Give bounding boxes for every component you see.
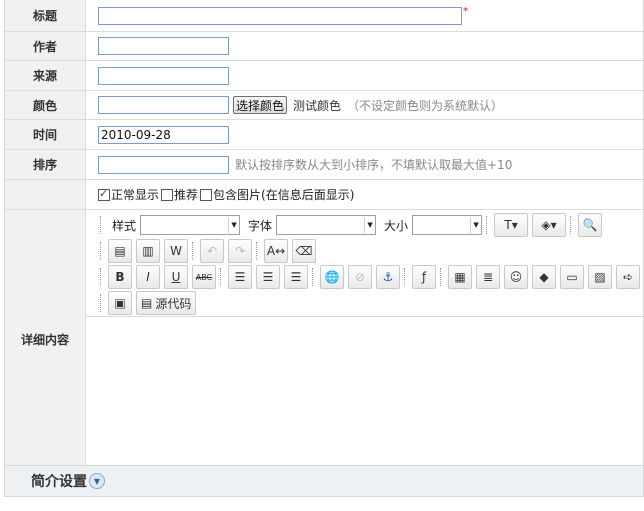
color-input[interactable] (98, 96, 229, 114)
toolbar-grip (100, 294, 104, 312)
unlink-icon[interactable]: ⊘ (348, 265, 372, 289)
size-label: 大小 (384, 218, 409, 233)
rich-editor: 样式 ▼ 字体 ▼ 大小 ▼ T▾ ◈▾ 🔍 ▤ ▥ W ↶ ↷ A↔ ⌫ B … (86, 210, 644, 469)
content-row: 详细内容 样式 ▼ 字体 ▼ 大小 ▼ T▾ ◈▾ 🔍 ▤ ▥ W ↶ ↷ A↔… (5, 210, 644, 470)
table-icon[interactable]: ▦ (448, 265, 472, 289)
toolbar-grip (404, 268, 408, 286)
insert-icon[interactable]: ➪ (616, 265, 640, 289)
sort-hint: 默认按排序数从大到小排序，不填默认取最大值+10 (235, 158, 513, 172)
toolbar-grip (440, 268, 444, 286)
chevron-down-icon: ▼ (228, 217, 239, 233)
source-code-label: 源代码 (155, 296, 192, 311)
editor-toolbar-3: B I U ABC ☰ ☰ ☰ 🌐 ⊘ ⚓ ƒ ▦ ≣ ☺ ◆ ▭ ▨ ➪ (86, 264, 644, 290)
article-form: 标题 * 作者 来源 颜色 选择颜色 测试颜色 （不设定颜色则为系统默认） 时间… (4, 0, 644, 471)
include-image-checkbox[interactable]: 包含图片(在信息后面显示) (200, 186, 354, 203)
toolbar-grip (100, 268, 104, 286)
checkbox-icon (200, 188, 213, 201)
redo-icon[interactable]: ↷ (228, 239, 252, 263)
toolbar-grip (570, 216, 574, 234)
chevron-down-icon: ▼ (364, 217, 375, 233)
source-code-icon: ▤ (141, 296, 153, 310)
normal-display-label: 正常显示 (111, 188, 160, 202)
toolbar-grip (192, 242, 196, 260)
color-label: 颜色 (5, 91, 86, 119)
sort-label: 排序 (5, 150, 86, 179)
style-label: 样式 (112, 218, 137, 233)
test-color-text: 测试颜色 (293, 98, 342, 113)
maximize-icon[interactable]: ▣ (108, 291, 132, 315)
toolbar-grip (256, 242, 260, 260)
source-label: 来源 (5, 61, 86, 90)
intro-settings-label: 简介设置 (31, 474, 87, 490)
include-image-label: 包含图片(在信息后面显示) (213, 188, 355, 202)
checkbox-checked-icon (98, 187, 110, 201)
text-color-icon[interactable]: T▾ (494, 213, 529, 237)
chevron-down-icon: ▼ (470, 217, 481, 233)
eraser-icon[interactable]: ⌫ (292, 239, 316, 263)
bg-color-icon[interactable]: ◈▾ (532, 213, 567, 237)
title-input[interactable] (98, 6, 462, 25)
title-row: 标题 * (5, 0, 643, 32)
anchor-icon[interactable]: ⚓ (376, 265, 400, 289)
paste-word-icon[interactable]: W (164, 239, 188, 263)
font-label: 字体 (248, 218, 273, 233)
source-input[interactable] (98, 66, 229, 85)
toolbar-grip (100, 216, 104, 234)
smiley-icon[interactable]: ☺ (504, 265, 528, 289)
content-label: 详细内容 (5, 210, 86, 469)
strikethrough-icon[interactable]: ABC (192, 265, 216, 289)
toolbar-grip (486, 216, 490, 234)
font-select[interactable]: ▼ (276, 215, 377, 235)
horizontal-rule-icon[interactable]: ≣ (476, 265, 500, 289)
preview-icon[interactable]: 🔍 (578, 213, 603, 237)
align-center-icon[interactable]: ☰ (256, 265, 280, 289)
editor-toolbar-1: 样式 ▼ 字体 ▼ 大小 ▼ T▾ ◈▾ 🔍 (86, 212, 644, 238)
time-input[interactable] (98, 125, 229, 144)
toolbar-grip (312, 268, 316, 286)
bold-icon[interactable]: B (108, 265, 132, 289)
link-icon[interactable]: 🌐 (320, 265, 344, 289)
editor-toolbar-2: ▤ ▥ W ↶ ↷ A↔ ⌫ (86, 238, 644, 264)
normal-display-checkbox[interactable]: 正常显示 (98, 186, 159, 203)
author-label: 作者 (5, 32, 86, 60)
image-icon[interactable]: ▨ (588, 265, 612, 289)
editor-toolbar-4: ▣ ▤ 源代码 (86, 290, 644, 316)
source-row: 来源 (5, 61, 643, 91)
editor-content-area[interactable] (86, 316, 644, 469)
author-row: 作者 (5, 32, 643, 61)
options-row: 正常显示 推荐 包含图片(在信息后面显示) (5, 180, 643, 210)
source-code-button[interactable]: ▤ 源代码 (136, 291, 197, 315)
align-right-icon[interactable]: ☰ (284, 265, 308, 289)
sort-row: 排序 默认按排序数从大到小排序，不填默认取最大值+10 (5, 150, 643, 180)
italic-icon[interactable]: I (136, 265, 160, 289)
undo-icon[interactable]: ↶ (200, 239, 224, 263)
intro-settings-bar[interactable]: 简介设置 ▼ (4, 465, 644, 497)
time-label: 时间 (5, 120, 86, 149)
author-input[interactable] (98, 37, 229, 55)
paste-icon[interactable]: ▤ (108, 239, 132, 263)
page-break-icon[interactable]: ▭ (560, 265, 584, 289)
paste-text-icon[interactable]: ▥ (136, 239, 160, 263)
color-row: 颜色 选择颜色 测试颜色 （不设定颜色则为系统默认） (5, 91, 643, 120)
underline-icon[interactable]: U (164, 265, 188, 289)
sort-input[interactable] (98, 155, 229, 174)
options-label-cell (5, 180, 86, 209)
find-replace-icon[interactable]: A↔ (264, 239, 288, 263)
recommend-checkbox[interactable]: 推荐 (161, 186, 198, 203)
required-mark: * (463, 6, 468, 17)
pick-color-button[interactable]: 选择颜色 (233, 96, 288, 114)
checkbox-icon (161, 188, 174, 201)
toolbar-grip (220, 268, 224, 286)
size-select[interactable]: ▼ (412, 215, 483, 235)
special-char-icon[interactable]: ◆ (532, 265, 556, 289)
recommend-label: 推荐 (174, 188, 199, 202)
style-select[interactable]: ▼ (140, 215, 241, 235)
flash-icon[interactable]: ƒ (412, 265, 436, 289)
title-label: 标题 (5, 0, 86, 31)
chevron-down-icon[interactable]: ▼ (89, 473, 105, 489)
align-left-icon[interactable]: ☰ (228, 265, 252, 289)
time-row: 时间 (5, 120, 643, 150)
toolbar-grip (100, 242, 104, 260)
color-hint: （不设定颜色则为系统默认） (347, 98, 504, 113)
